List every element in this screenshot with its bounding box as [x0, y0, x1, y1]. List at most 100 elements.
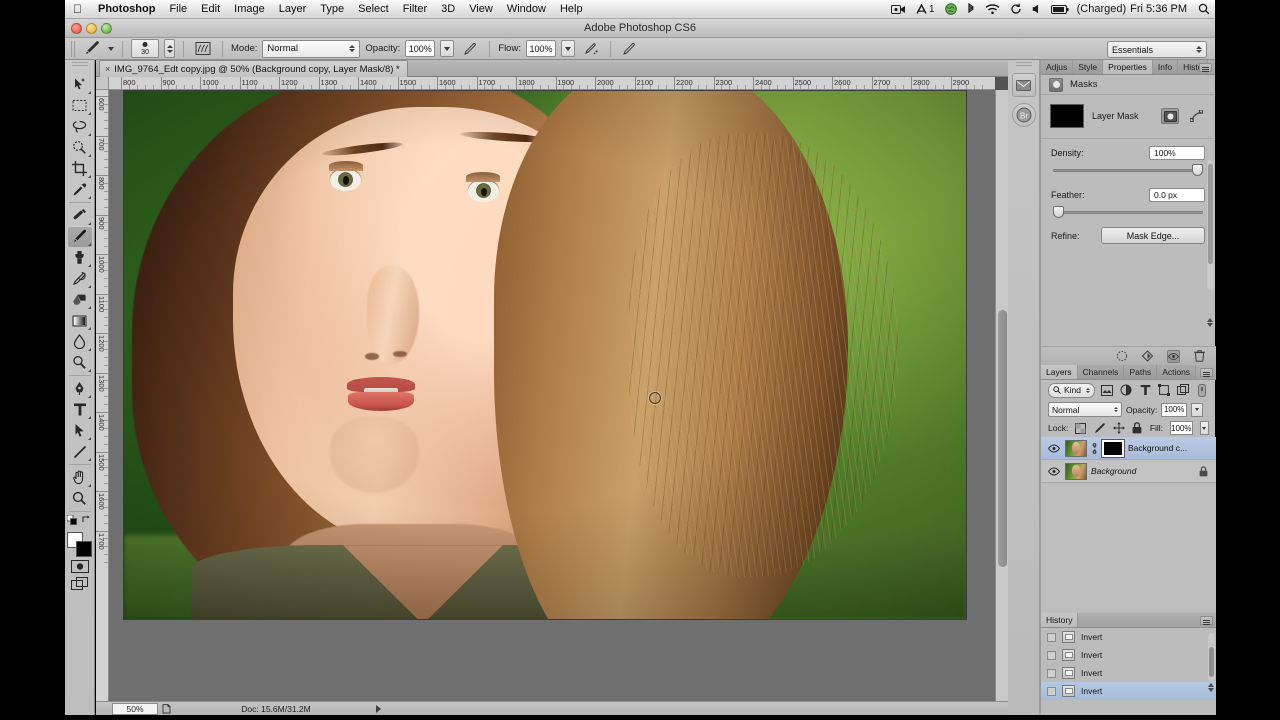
density-slider-knob[interactable]	[1192, 164, 1203, 176]
list-item[interactable]: Invert	[1041, 646, 1216, 664]
blur-tool[interactable]	[68, 331, 92, 352]
airbrush-icon[interactable]	[580, 40, 602, 58]
layer-name[interactable]: Background	[1091, 466, 1192, 476]
tab-channels[interactable]: Channels	[1077, 365, 1125, 379]
tab-info[interactable]: Info	[1152, 60, 1179, 74]
canvas-area[interactable]	[109, 90, 995, 702]
layer-mask-thumbnail-row[interactable]	[1102, 439, 1124, 457]
properties-scroll-thumb[interactable]	[1208, 164, 1213, 264]
load-selection-icon[interactable]	[1115, 350, 1128, 363]
wifi-icon[interactable]	[980, 0, 1005, 19]
sync-icon[interactable]	[1005, 0, 1027, 19]
tools-panel-grip[interactable]	[72, 62, 88, 68]
tab-properties[interactable]: Properties	[1103, 60, 1153, 74]
table-row[interactable]: Background c...	[1041, 437, 1216, 460]
zoom-window-button[interactable]	[101, 23, 112, 34]
options-bar-grip[interactable]	[71, 40, 76, 57]
ruler-origin-corner[interactable]	[96, 77, 109, 90]
history-brush-tool[interactable]	[68, 268, 92, 289]
volume-icon[interactable]	[1027, 0, 1046, 19]
tab-styles[interactable]: Style	[1073, 60, 1104, 74]
mail-panel-icon[interactable]	[1011, 73, 1036, 97]
vertical-ruler[interactable]: 600 700 800 900 1000 1100 1200 1300 1400 1500 1600…	[96, 90, 109, 702]
healing-brush-tool[interactable]	[68, 205, 92, 226]
dodge-tool[interactable]	[68, 352, 92, 373]
layer-opacity-dropdown[interactable]	[1191, 402, 1204, 417]
pressure-opacity-icon[interactable]	[459, 40, 481, 58]
layer-fill-input[interactable]: 100%	[1170, 421, 1193, 435]
pressure-size-icon[interactable]	[619, 40, 641, 58]
apply-mask-icon[interactable]	[1141, 350, 1154, 363]
table-row[interactable]: Background	[1041, 460, 1216, 483]
menu-item-3d[interactable]: 3D	[434, 0, 462, 19]
image-canvas[interactable]	[123, 90, 967, 620]
history-scrollbar[interactable]	[1208, 633, 1215, 681]
menu-item-help[interactable]: Help	[553, 0, 590, 19]
layer-filter-kind-select[interactable]: Kind	[1048, 382, 1095, 398]
lock-image-icon[interactable]	[1094, 421, 1106, 436]
menu-item-layer[interactable]: Layer	[272, 0, 314, 19]
quick-select-tool[interactable]	[68, 137, 92, 158]
pen-tool[interactable]	[68, 378, 92, 399]
brush-panel-toggle-icon[interactable]	[192, 40, 214, 58]
menu-item-image[interactable]: Image	[227, 0, 272, 19]
lock-transparency-icon[interactable]	[1075, 421, 1087, 436]
menu-item-type[interactable]: Type	[313, 0, 351, 19]
brush-size-preview[interactable]: 30	[131, 39, 159, 58]
zoom-tool[interactable]	[68, 488, 92, 509]
brush-icon[interactable]	[81, 40, 103, 58]
pixel-mask-button[interactable]	[1161, 108, 1179, 124]
color-swatches[interactable]	[66, 532, 93, 558]
globe-icon[interactable]	[940, 0, 962, 19]
history-scroll-thumb[interactable]	[1209, 647, 1214, 677]
hand-tool[interactable]	[68, 467, 92, 488]
menu-item-photoshop[interactable]: Photoshop	[91, 0, 162, 19]
eyedropper-tool[interactable]	[68, 179, 92, 200]
document-preview-icon[interactable]	[158, 703, 176, 714]
smartobject-filter-icon[interactable]	[1177, 383, 1190, 398]
bluetooth-icon[interactable]	[962, 0, 980, 19]
brush-preset-stepper[interactable]	[164, 39, 175, 58]
filter-power-icon[interactable]	[1196, 383, 1209, 398]
pixel-filter-icon[interactable]	[1101, 383, 1114, 398]
tab-paths[interactable]: Paths	[1124, 365, 1158, 379]
feather-input[interactable]: 0.0 px	[1149, 188, 1205, 202]
opacity-input[interactable]: 100%	[405, 40, 436, 57]
density-input[interactable]: 100%	[1149, 146, 1205, 160]
brush-preset-caret-icon[interactable]	[108, 46, 114, 51]
screen-mode-icon[interactable]	[69, 575, 91, 592]
history-snapshot-checkbox[interactable]	[1047, 668, 1056, 678]
history-snapshot-checkbox[interactable]	[1047, 650, 1056, 660]
link-mask-icon[interactable]	[1091, 441, 1098, 456]
shape-filter-icon[interactable]	[1158, 383, 1171, 398]
document-tab[interactable]: × IMG_9764_Edt copy.jpg @ 50% (Backgroun…	[99, 60, 408, 77]
status-expand-icon[interactable]	[376, 704, 381, 713]
mask-edge-button[interactable]: Mask Edge...	[1101, 227, 1205, 244]
feather-slider-knob[interactable]	[1053, 206, 1064, 218]
close-window-button[interactable]	[71, 23, 82, 34]
type-tool[interactable]	[68, 399, 92, 420]
gradient-tool[interactable]	[68, 310, 92, 331]
mini-bridge-icon[interactable]: Br	[1011, 103, 1036, 127]
tab-layers[interactable]: Layers	[1041, 365, 1078, 379]
apple-icon[interactable]: 	[65, 3, 91, 15]
default-colors-icon[interactable]	[66, 512, 78, 530]
flow-dropdown-button[interactable]	[560, 40, 575, 57]
menu-item-select[interactable]: Select	[351, 0, 396, 19]
type-filter-icon[interactable]	[1139, 383, 1152, 398]
lock-all-icon[interactable]	[1132, 421, 1143, 436]
vertical-scroll-thumb[interactable]	[998, 310, 1007, 568]
tab-adjustments[interactable]: Adjus	[1041, 60, 1074, 74]
eraser-tool[interactable]	[68, 289, 92, 310]
dock-strip-grip[interactable]	[1015, 62, 1032, 67]
app-badge-icon[interactable]: 1	[911, 0, 940, 19]
layer-thumbnail[interactable]	[1065, 462, 1087, 480]
properties-panel-menu-icon[interactable]	[1199, 63, 1212, 72]
menu-item-window[interactable]: Window	[500, 0, 553, 19]
swap-colors-icon[interactable]	[82, 512, 92, 530]
layer-visibility-icon[interactable]	[1046, 441, 1061, 456]
line-shape-tool[interactable]	[68, 441, 92, 462]
screen-record-icon[interactable]	[886, 0, 911, 19]
quick-mask-toggle-icon[interactable]	[69, 558, 91, 575]
history-scroll-arrows[interactable]	[1206, 683, 1215, 692]
